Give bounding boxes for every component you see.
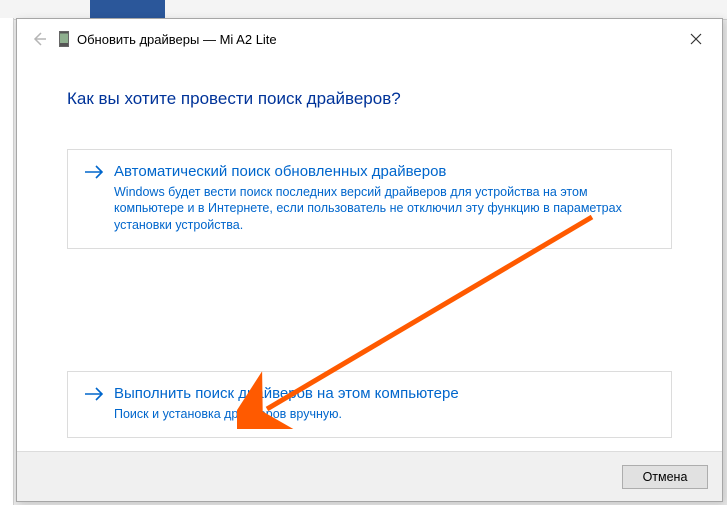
option-manual-title: Выполнить поиск драйверов на этом компью… xyxy=(114,384,655,404)
update-driver-dialog: Обновить драйверы — Mi A2 Lite Как вы хо… xyxy=(16,18,723,502)
dialog-title: Обновить драйверы — Mi A2 Lite xyxy=(77,32,277,47)
arrow-right-icon xyxy=(84,164,104,185)
dialog-footer: Отмена xyxy=(17,451,722,501)
option-manual-search[interactable]: Выполнить поиск драйверов на этом компью… xyxy=(67,371,672,437)
titlebar: Обновить драйверы — Mi A2 Lite xyxy=(17,19,722,59)
option-auto-desc: Windows будет вести поиск последних верс… xyxy=(114,184,655,235)
search-method-heading: Как вы хотите провести поиск драйверов? xyxy=(67,89,672,109)
back-arrow-icon xyxy=(31,31,47,47)
option-auto-search[interactable]: Автоматический поиск обновленных драйвер… xyxy=(67,149,672,249)
cancel-button[interactable]: Отмена xyxy=(622,465,708,489)
option-manual-body: Выполнить поиск драйверов на этом компью… xyxy=(114,384,655,422)
background-app-fragment xyxy=(90,0,165,18)
option-auto-body: Автоматический поиск обновленных драйвер… xyxy=(114,162,655,234)
option-auto-title: Автоматический поиск обновленных драйвер… xyxy=(114,162,655,182)
arrow-right-icon xyxy=(84,386,104,407)
close-button[interactable] xyxy=(676,25,716,53)
dialog-content: Как вы хотите провести поиск драйверов? … xyxy=(17,59,722,451)
device-icon xyxy=(59,31,69,47)
background-left-panel xyxy=(0,18,14,505)
option-manual-desc: Поиск и установка драйверов вручную. xyxy=(114,406,655,423)
